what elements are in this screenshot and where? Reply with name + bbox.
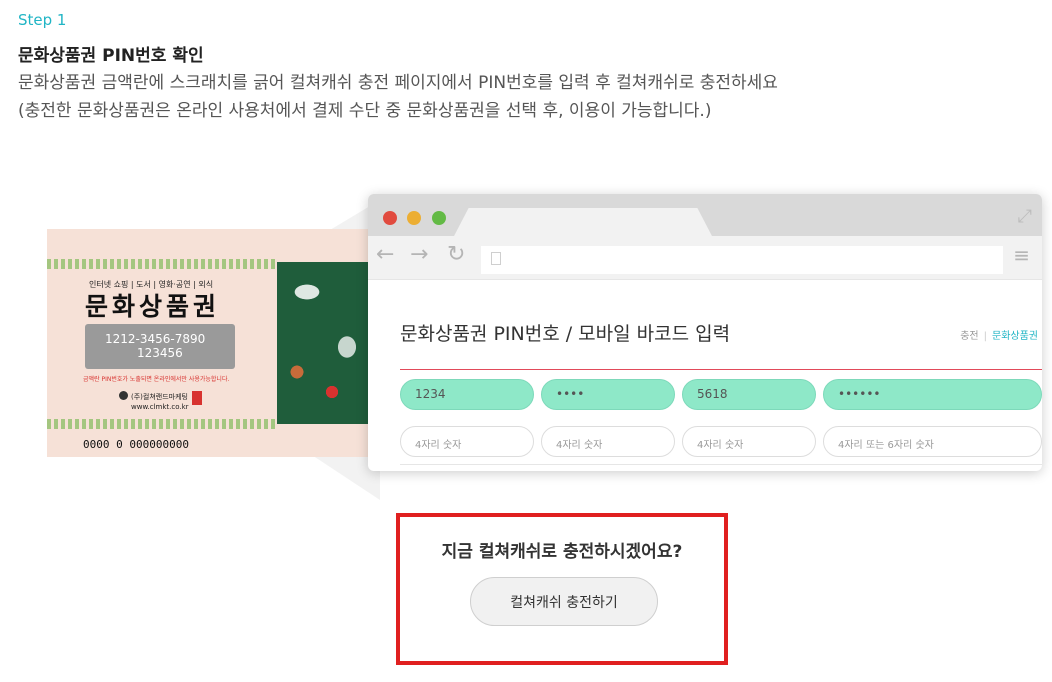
- step-label: Step 1: [18, 11, 67, 29]
- card-company: (주)컬쳐랜드마케팅: [131, 393, 188, 401]
- browser-mockup: ⤢ ← → ↻ ≡ 문화상품권 PIN번호 / 모바일 바코드 입력 충전 | 문화…: [368, 194, 1042, 471]
- culture-cash-charge-button[interactable]: 컬쳐캐쉬 충전하기: [470, 577, 658, 626]
- charge-question: 지금 컬쳐캐쉬로 충전하시겠어요?: [441, 542, 683, 562]
- browser-tab: [453, 208, 713, 238]
- close-dot-icon: [383, 211, 397, 225]
- pin-field-1: 1234: [400, 379, 534, 410]
- breadcrumb: 충전 | 문화상품권: [960, 327, 1038, 342]
- card-pin-suffix: 123456: [137, 346, 183, 360]
- breadcrumb-separator: |: [983, 331, 987, 342]
- card-title: 문화상품권: [85, 292, 221, 321]
- card-pattern-band: [47, 419, 278, 429]
- pin-field-3: 5618: [682, 379, 816, 410]
- pin-field-4: ••••••: [823, 379, 1042, 410]
- maximize-dot-icon: [432, 211, 446, 225]
- section-divider: [400, 464, 1042, 465]
- browser-toolbar: ← → ↻ ≡: [368, 236, 1042, 280]
- browser-titlebar: ⤢: [368, 194, 1042, 238]
- pin-entry-title: 문화상품권 PIN번호 / 모바일 바코드 입력: [400, 323, 731, 345]
- description-line-1: 문화상품권 금액란에 스크래치를 긁어 컬쳐캐쉬 충전 페이지에서 PIN번호를…: [18, 73, 778, 93]
- card-warning: 금액란 PIN번호가 노출되면 온라인에서만 사용가능합니다.: [83, 376, 230, 383]
- card-pin-number: 1212-3456-7890: [105, 332, 206, 346]
- company-logo-icon: [119, 391, 128, 400]
- hamburger-menu-icon: ≡: [1013, 243, 1030, 267]
- page-icon: [491, 252, 501, 265]
- pin-hint-3: 4자리 숫자: [682, 426, 816, 457]
- card-serial-number: 0000 0 000000000: [83, 438, 189, 451]
- card-url: www.clmkt.co.kr: [131, 403, 189, 411]
- reload-icon: ↻: [447, 242, 466, 267]
- charge-callout-box: 지금 컬쳐캐쉬로 충전하시겠어요? 컬쳐캐쉬 충전하기: [396, 513, 728, 665]
- expand-icon: ⤢: [1017, 206, 1032, 227]
- pin-hint-1: 4자리 숫자: [400, 426, 534, 457]
- title-divider: [400, 369, 1042, 370]
- gift-card-illustration: 인터넷 쇼핑 | 도서 | 영화·공연 | 외식 문화상품권 1212-3456…: [47, 229, 373, 457]
- address-bar: [481, 246, 1003, 274]
- step-description: 문화상품권 금액란에 스크래치를 긁어 컬쳐캐쉬 충전 페이지에서 PIN번호를…: [18, 69, 778, 125]
- card-pattern-band: [47, 259, 278, 269]
- pin-hint-2: 4자리 숫자: [541, 426, 675, 457]
- pin-field-2: ••••: [541, 379, 675, 410]
- card-artwork: [277, 262, 373, 424]
- breadcrumb-current: 문화상품권: [992, 331, 1038, 342]
- step-title: 문화상품권 PIN번호 확인: [18, 46, 204, 66]
- breadcrumb-parent: 충전: [960, 331, 979, 342]
- seal-stamp-icon: [192, 391, 202, 405]
- description-line-2: (충전한 문화상품권은 온라인 사용처에서 결제 수단 중 문화상품권을 선택 …: [18, 101, 712, 121]
- pin-hint-4: 4자리 또는 6자리 숫자: [823, 426, 1042, 457]
- arrow-left-icon: ←: [376, 242, 395, 267]
- arrow-right-icon: →: [410, 242, 429, 267]
- minimize-dot-icon: [407, 211, 421, 225]
